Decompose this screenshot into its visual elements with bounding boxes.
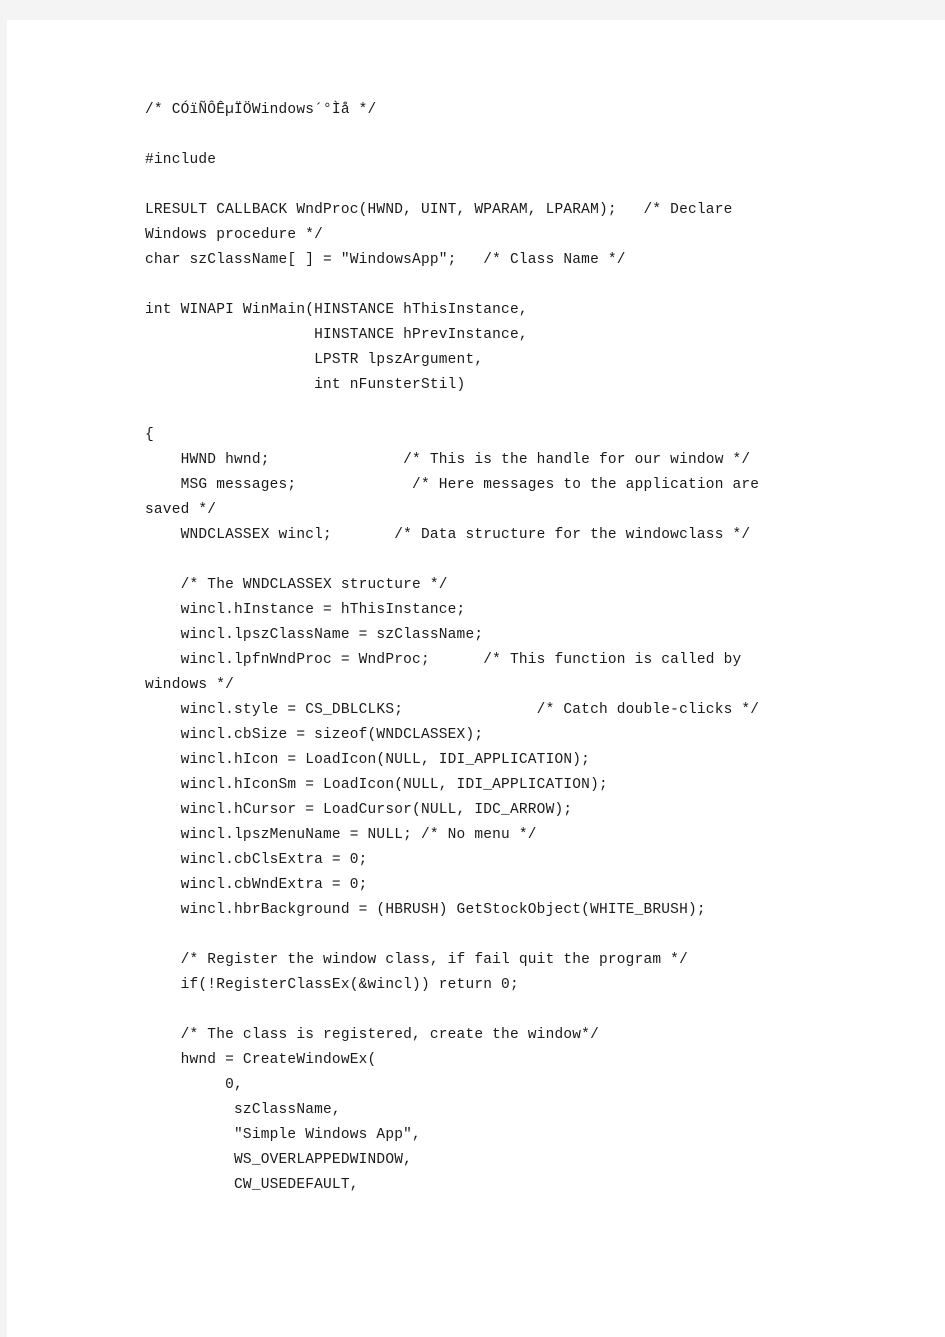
code-line: LRESULT CALLBACK WndProc(HWND, UINT, WPA…: [145, 202, 733, 218]
code-line: wincl.lpfnWndProc = WndProc; /* This fun…: [145, 652, 742, 668]
code-line: {: [145, 427, 154, 443]
code-line: wincl.hbrBackground = (HBRUSH) GetStockO…: [145, 902, 706, 918]
code-line: char szClassName[ ] = "WindowsApp"; /* C…: [145, 252, 626, 268]
code-line: "Simple Windows App",: [145, 1127, 421, 1143]
code-line: Windows procedure */: [145, 227, 324, 243]
document-page: /* CÓïÑÔÊµÏÖWindows´°Ìå */ #include LRES…: [0, 0, 945, 1337]
code-line: int WINAPI WinMain(HINSTANCE hThisInstan…: [145, 302, 528, 318]
code-line: saved */: [145, 502, 217, 518]
code-line: wincl.cbClsExtra = 0;: [145, 852, 368, 868]
code-line: if(!RegisterClassEx(&wincl)) return 0;: [145, 977, 519, 993]
code-line: HINSTANCE hPrevInstance,: [145, 327, 528, 343]
code-line: CW_USEDEFAULT,: [145, 1177, 359, 1193]
code-line: wincl.style = CS_DBLCLKS; /* Catch doubl…: [145, 702, 760, 718]
code-line: /* CÓïÑÔÊµÏÖWindows´°Ìå */: [145, 102, 377, 118]
code-line: wincl.cbSize = sizeof(WNDCLASSEX);: [145, 727, 484, 743]
code-line: wincl.lpszMenuName = NULL; /* No menu */: [145, 827, 537, 843]
code-line: windows */: [145, 677, 235, 693]
code-line: WNDCLASSEX wincl; /* Data structure for …: [145, 527, 751, 543]
code-line: MSG messages; /* Here messages to the ap…: [145, 477, 760, 493]
code-line: LPSTR lpszArgument,: [145, 352, 484, 368]
code-line: szClassName,: [145, 1102, 341, 1118]
code-line: HWND hwnd; /* This is the handle for our…: [145, 452, 751, 468]
code-line: /* The WNDCLASSEX structure */: [145, 577, 448, 593]
code-line: wincl.cbWndExtra = 0;: [145, 877, 368, 893]
code-line: wincl.hIcon = LoadIcon(NULL, IDI_APPLICA…: [145, 752, 591, 768]
page-top-border: [0, 0, 945, 20]
code-line: wincl.hInstance = hThisInstance;: [145, 602, 466, 618]
code-line: wincl.lpszClassName = szClassName;: [145, 627, 484, 643]
code-line: wincl.hCursor = LoadCursor(NULL, IDC_ARR…: [145, 802, 573, 818]
code-line: wincl.hIconSm = LoadIcon(NULL, IDI_APPLI…: [145, 777, 608, 793]
source-code-block: /* CÓïÑÔÊµÏÖWindows´°Ìå */ #include LRES…: [145, 98, 845, 1198]
code-line: hwnd = CreateWindowEx(: [145, 1052, 377, 1068]
code-line: /* The class is registered, create the w…: [145, 1027, 599, 1043]
code-line: /* Register the window class, if fail qu…: [145, 952, 688, 968]
code-line: #include: [145, 152, 217, 168]
page-left-border: [0, 20, 7, 1337]
page-content-area: /* CÓïÑÔÊµÏÖWindows´°Ìå */ #include LRES…: [7, 20, 945, 1337]
code-line: 0,: [145, 1077, 243, 1093]
code-line: WS_OVERLAPPEDWINDOW,: [145, 1152, 413, 1168]
code-line: int nFunsterStil): [145, 377, 466, 393]
